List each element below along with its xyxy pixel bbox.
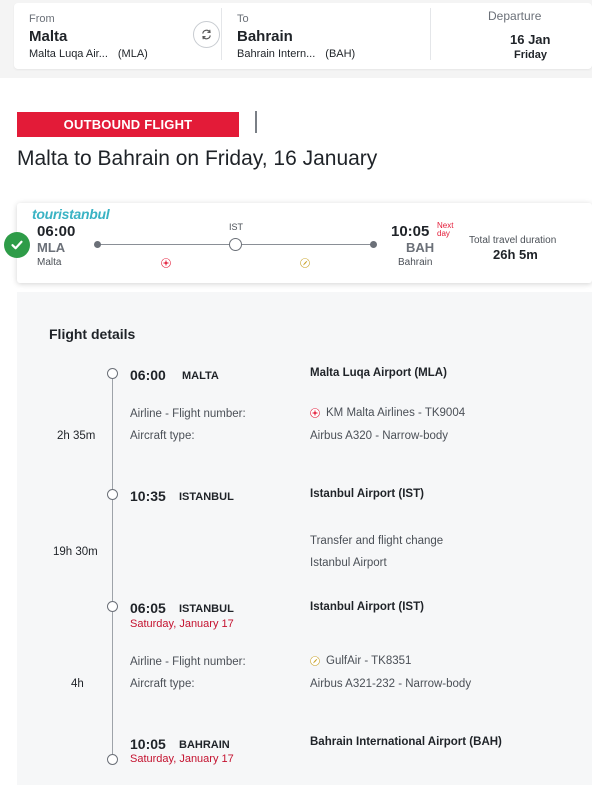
to-label: To	[237, 13, 249, 25]
gulf-air-icon	[300, 258, 310, 268]
km-malta-airlines-icon	[161, 258, 171, 268]
stop-city: ISTANBUL	[179, 491, 234, 503]
departure-code: MLA	[37, 240, 66, 255]
stop-airport: Istanbul Airport (IST)	[310, 488, 424, 500]
stop-city: MALTA	[182, 370, 219, 382]
total-duration: 26h 5m	[493, 247, 538, 262]
swap-icon	[202, 29, 211, 40]
stop-city: BAHRAIN	[179, 739, 230, 751]
airline-value: GulfAir - TK8351	[310, 655, 411, 667]
gulf-air-icon	[310, 656, 320, 666]
departure-date[interactable]: 16 Jan	[510, 32, 550, 47]
arrival-code: BAH	[406, 240, 435, 255]
total-duration-label: Total travel duration	[469, 235, 557, 246]
next-day-badge: Next day	[437, 221, 454, 238]
divider	[430, 8, 431, 60]
aircraft-value: Airbus A321-232 - Narrow-body	[310, 678, 472, 690]
itinerary-timeline	[112, 373, 113, 761]
transfer-title: Transfer and flight change	[310, 535, 444, 547]
arrival-city: Bahrain	[398, 257, 433, 268]
airline-label: Airline - Flight number:	[130, 408, 246, 420]
departure-city: Malta	[37, 257, 62, 268]
transfer-duration: 19h 30m	[53, 546, 98, 558]
airline-label: Airline - Flight number:	[130, 656, 246, 668]
timeline-stop-marker	[229, 238, 242, 251]
departure-label: Departure	[488, 9, 542, 23]
outbound-flight-badge: OUTBOUND FLIGHT	[17, 112, 239, 137]
stop-airport: Malta Luqa Airport (MLA)	[310, 367, 447, 379]
airline-flight: KM Malta Airlines - TK9004	[326, 407, 466, 419]
segment-duration: 4h	[71, 678, 84, 690]
stop-time: 10:05	[130, 736, 166, 752]
to-airport-name: Bahrain Intern...	[237, 48, 316, 60]
aircraft-value: Airbus A320 - Narrow-body	[310, 430, 449, 442]
stop-time: 10:35	[130, 488, 166, 504]
airline-value: KM Malta Airlines - TK9004	[310, 407, 465, 419]
timeline-node	[107, 368, 118, 379]
check-icon	[4, 232, 30, 258]
departure-time: 06:00	[37, 223, 76, 240]
timeline-end-dot	[370, 241, 377, 248]
page-title: Malta to Bahrain on Friday, 16 January	[17, 147, 378, 170]
stop-date: Saturday, January 17	[130, 753, 234, 765]
stop-city: ISTANBUL	[179, 603, 234, 615]
to-airport: Bahrain Intern... (BAH)	[237, 48, 355, 60]
from-city[interactable]: Malta	[29, 28, 67, 45]
to-city[interactable]: Bahrain	[237, 28, 293, 45]
timeline-start-dot	[94, 241, 101, 248]
segment-duration: 2h 35m	[57, 430, 96, 442]
aircraft-label: Aircraft type:	[130, 678, 195, 690]
stop-time: 06:00	[130, 367, 166, 383]
timeline-node	[107, 754, 118, 765]
flight-details-panel	[17, 292, 592, 785]
stop-date: Saturday, January 17	[130, 618, 234, 630]
from-airport: Malta Luqa Air... (MLA)	[29, 48, 148, 60]
from-airport-name: Malta Luqa Air...	[29, 48, 108, 60]
transfer-airport: Istanbul Airport	[310, 557, 387, 569]
from-airport-code: (MLA)	[117, 48, 148, 60]
timeline-node	[107, 489, 118, 500]
departure-day: Friday	[514, 49, 548, 61]
airline-flight: GulfAir - TK8351	[326, 655, 412, 667]
from-label: From	[29, 13, 55, 25]
arrival-time: 10:05	[391, 223, 430, 240]
divider	[221, 8, 222, 60]
stop-time: 06:05	[130, 600, 166, 616]
to-airport-code: (BAH)	[325, 48, 356, 60]
timeline-node	[107, 601, 118, 612]
swap-button[interactable]	[193, 21, 220, 48]
km-malta-airlines-icon	[310, 408, 320, 418]
stop-code: IST	[229, 222, 244, 232]
stop-airport: Istanbul Airport (IST)	[310, 601, 424, 613]
divider	[255, 111, 257, 133]
stop-airport: Bahrain International Airport (BAH)	[310, 736, 502, 748]
airline-brand-logo: touristanbul	[32, 206, 110, 222]
aircraft-label: Aircraft type:	[130, 430, 195, 442]
flight-details-title: Flight details	[49, 326, 136, 342]
